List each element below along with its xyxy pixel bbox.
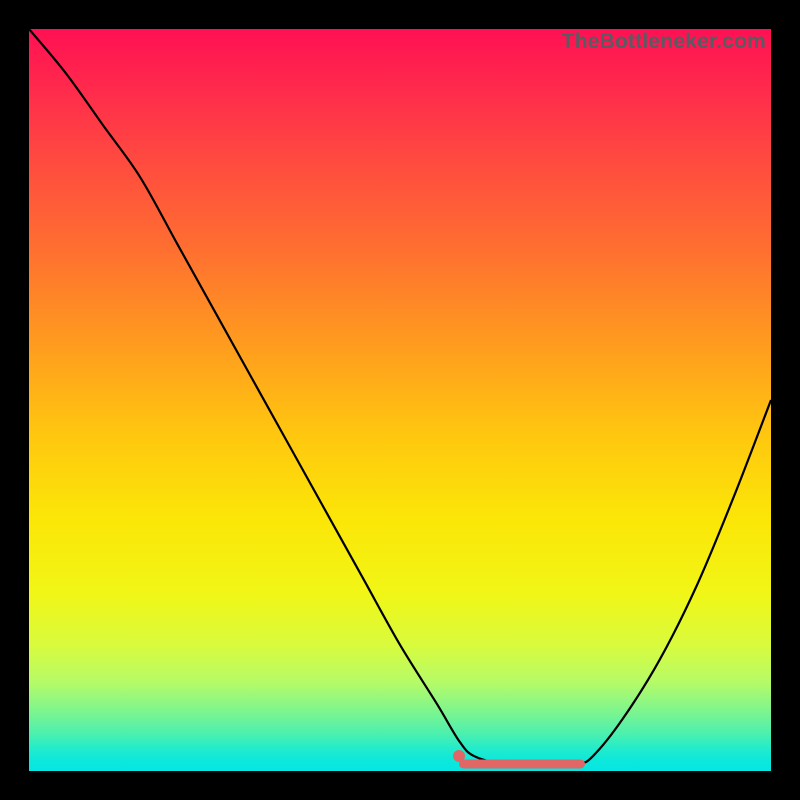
bottleneck-curve: [29, 29, 771, 771]
brand-watermark: TheBottleneker.com: [562, 30, 766, 54]
chart-stage: TheBottleneker.com: [0, 0, 800, 800]
flat-segment-marker: [459, 759, 585, 768]
plot-area: [29, 29, 771, 771]
